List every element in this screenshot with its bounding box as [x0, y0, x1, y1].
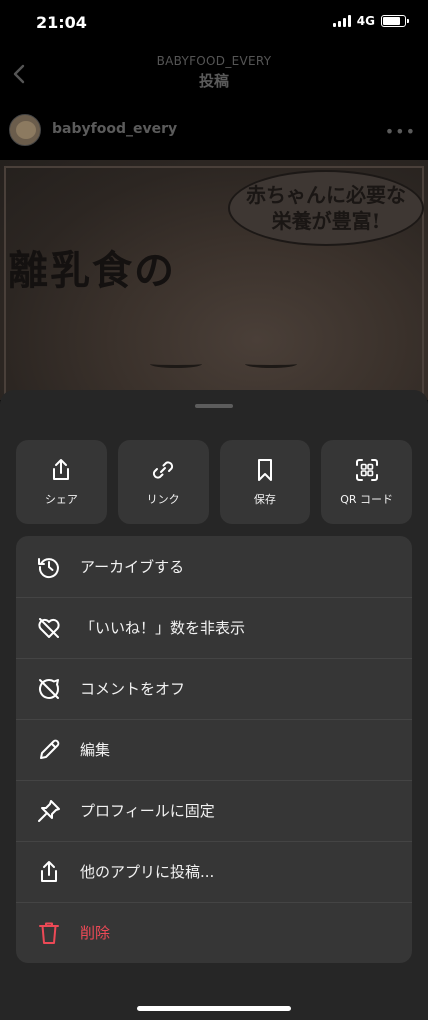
trash-icon: [36, 920, 62, 946]
status-indicators: 4G: [332, 14, 409, 28]
image-title-text: 離乳食の: [8, 247, 176, 294]
home-indicator[interactable]: [137, 1006, 291, 1011]
menu-label-share-to-other-apps: 他のアプリに投稿...: [80, 863, 215, 881]
page-title: 投稿: [198, 72, 229, 90]
account-name: BABYFOOD_EVERY: [156, 54, 272, 68]
share-icon: [36, 859, 62, 885]
battery-icon: [381, 15, 409, 27]
menu-label-pin-to-profile: プロフィールに固定: [80, 802, 215, 820]
qr-code-button[interactable]: QR コード: [321, 440, 412, 524]
menu-item-edit[interactable]: 編集: [16, 719, 412, 780]
heart-off-icon: [36, 615, 62, 641]
options-sheet: シェア リンク 保存 QR コード アーカイブする 「いいね！」数を非表示 コメ…: [0, 390, 428, 1020]
qr-code-label: QR コード: [340, 493, 394, 506]
menu-item-delete[interactable]: 削除: [16, 902, 412, 963]
menu-label-archive: アーカイブする: [80, 558, 185, 576]
menu-label-delete: 削除: [80, 924, 111, 942]
options-menu: アーカイブする 「いいね！」数を非表示 コメントをオフ 編集 プロフィールに固定…: [16, 536, 412, 963]
sheet-grabber[interactable]: [195, 404, 233, 408]
signal-icon: [332, 15, 351, 27]
share-label: シェア: [44, 493, 78, 506]
nav-header: BABYFOOD_EVERY 投稿: [0, 48, 428, 104]
more-options-icon[interactable]: •••: [385, 122, 416, 141]
menu-item-turn-off-comments[interactable]: コメントをオフ: [16, 658, 412, 719]
menu-label-turn-off-comments: コメントをオフ: [80, 680, 186, 698]
baby-eye-left: [150, 360, 202, 368]
link-button[interactable]: リンク: [117, 440, 209, 524]
bubble-text-line2: 栄養が豊富!: [271, 209, 381, 233]
menu-item-hide-likes[interactable]: 「いいね！」数を非表示: [16, 597, 412, 658]
avatar[interactable]: [9, 114, 41, 146]
speech-bubble: 赤ちゃんに必要な 栄養が豊富!: [228, 170, 424, 246]
menu-item-archive[interactable]: アーカイブする: [16, 536, 412, 597]
share-button[interactable]: シェア: [16, 440, 107, 524]
pencil-icon: [36, 737, 62, 763]
save-label: 保存: [253, 493, 276, 506]
link-label: リンク: [146, 493, 180, 506]
status-bar: 21:04 4G: [0, 0, 428, 48]
qr-code-icon: [355, 459, 378, 481]
menu-label-edit: 編集: [80, 741, 111, 759]
post-image: 赤ちゃんに必要な 栄養が豊富! 離乳食の: [0, 160, 428, 400]
bubble-text-line1: 赤ちゃんに必要な: [246, 183, 406, 207]
save-button[interactable]: 保存: [219, 440, 311, 524]
status-time: 21:04: [36, 13, 87, 32]
quick-actions: シェア リンク 保存 QR コード: [16, 440, 412, 524]
menu-item-pin-to-profile[interactable]: プロフィールに固定: [16, 780, 412, 841]
menu-label-hide-likes: 「いいね！」数を非表示: [80, 619, 246, 637]
menu-item-share-to-other-apps[interactable]: 他のアプリに投稿...: [16, 841, 412, 902]
archive-history-icon: [36, 554, 62, 580]
comment-off-icon: [36, 676, 62, 702]
link-icon: [153, 461, 174, 479]
post-header: babyfood_every •••: [0, 108, 428, 158]
bookmark-icon: [257, 459, 272, 481]
network-type: 4G: [356, 14, 375, 28]
post-username[interactable]: babyfood_every: [52, 121, 177, 137]
pin-icon: [36, 798, 62, 824]
baby-eye-right: [245, 360, 297, 368]
share-icon: [53, 459, 70, 480]
